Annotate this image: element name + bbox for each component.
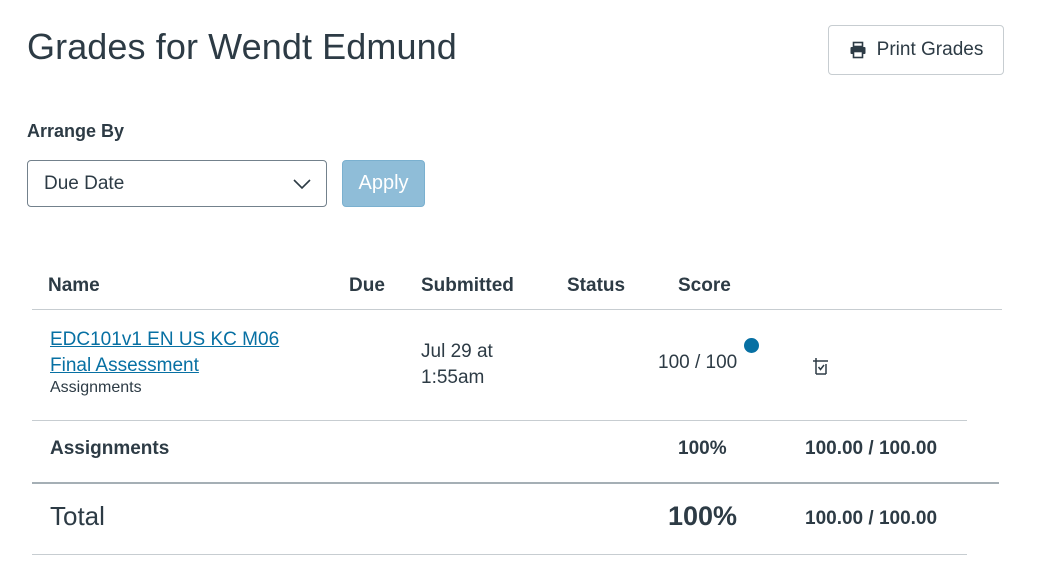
arrange-by-selected-value: Due Date [44, 172, 125, 194]
apply-button[interactable]: Apply [342, 160, 425, 207]
assignment-link[interactable]: EDC101v1 EN US KC M06 Final Assessment [50, 327, 310, 379]
column-header-submitted[interactable]: Submitted [421, 275, 514, 297]
group-summary-label: Assignments [50, 438, 170, 459]
chevron-down-icon [293, 179, 311, 190]
what-if-grade-icon[interactable] [809, 355, 831, 377]
submitted-date-line1: Jul 29 at [421, 341, 493, 362]
arrange-by-label: Arrange By [27, 121, 125, 141]
total-percent: 100% [668, 501, 738, 531]
group-summary-percent: 100% [678, 438, 727, 459]
column-header-status[interactable]: Status [567, 275, 625, 297]
column-header-due[interactable]: Due [349, 275, 385, 297]
header-divider [32, 309, 1002, 310]
page-title: Grades for Wendt Edmund [27, 26, 457, 67]
column-header-name[interactable]: Name [48, 275, 100, 297]
assignment-score[interactable]: 100 / 100 [658, 352, 737, 374]
group-summary-points: 100.00 / 100.00 [805, 438, 938, 459]
row-divider [32, 420, 967, 421]
column-header-score[interactable]: Score [678, 275, 731, 297]
print-grades-button[interactable]: Print Grades [828, 25, 1004, 75]
print-grades-label: Print Grades [876, 39, 984, 60]
submitted-date-line2: 1:55am [421, 367, 485, 388]
total-points: 100.00 / 100.00 [805, 508, 938, 529]
assignment-group-name: Assignments [50, 379, 142, 396]
unread-indicator-dot [744, 338, 759, 353]
assignment-name-line1: EDC101v1 EN US KC M06 [50, 329, 280, 350]
bottom-divider [32, 554, 967, 555]
total-divider [32, 482, 999, 484]
assignment-name-line2: Final Assessment [50, 355, 199, 376]
printer-icon [850, 41, 866, 59]
arrange-by-select[interactable]: Due Date [27, 160, 327, 207]
submitted-date: Jul 29 at 1:55am [421, 339, 531, 391]
total-label: Total [50, 501, 105, 531]
